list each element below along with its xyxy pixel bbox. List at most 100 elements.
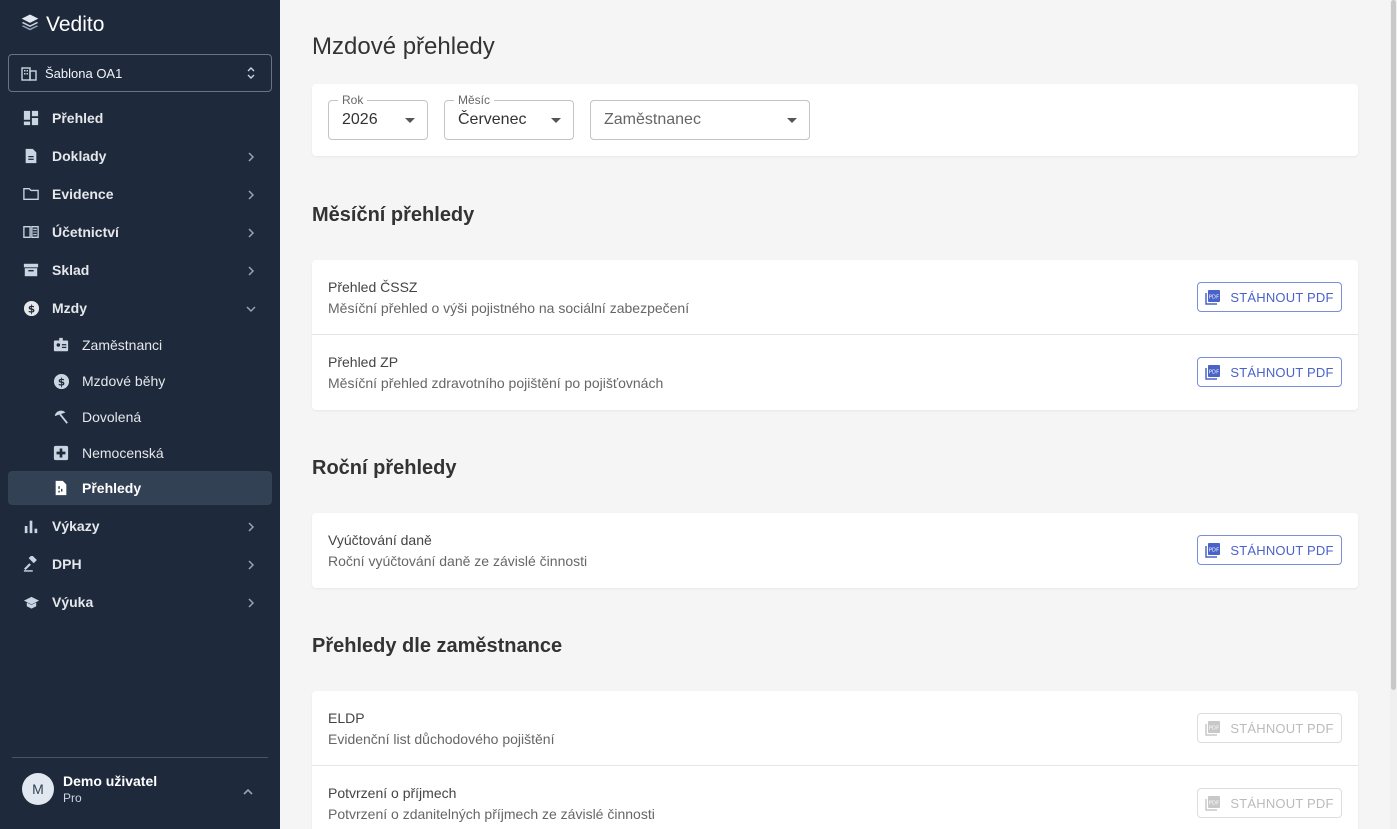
sidebar-item-label: Přehled: [52, 110, 104, 126]
chevron-right-icon: [246, 558, 256, 570]
chevron-right-icon: [246, 596, 256, 608]
chevron-right-icon: [246, 520, 256, 532]
brand[interactable]: Vedito: [20, 12, 104, 38]
download-pdf-button[interactable]: PDF STÁHNOUT PDF: [1197, 282, 1342, 312]
medical-icon: [52, 444, 70, 462]
download-pdf-button[interactable]: PDF STÁHNOUT PDF: [1197, 713, 1342, 743]
sidebar-item-evidence[interactable]: Evidence: [8, 177, 272, 211]
employee-placeholder: Zaměstnanec: [604, 111, 701, 128]
svg-text:$: $: [57, 376, 64, 388]
layers-logo-icon: [20, 12, 40, 38]
sidebar-item-label: DPH: [52, 556, 82, 572]
button-label: STÁHNOUT PDF: [1230, 542, 1334, 558]
employee-select[interactable]: Zaměstnanec: [590, 100, 810, 140]
scrollbar-thumb[interactable]: [1391, 0, 1396, 690]
organization-name: Šablona OA1: [45, 65, 123, 81]
sidebar-item-label: Mzdy: [52, 300, 87, 316]
organization-select[interactable]: Šablona OA1: [8, 54, 272, 92]
dropdown-arrow-icon: [405, 118, 415, 123]
unfold-icon: [245, 65, 257, 81]
sidebar-item-label: Výuka: [52, 594, 94, 610]
button-label: STÁHNOUT PDF: [1230, 364, 1334, 380]
user-name: Demo uživatel: [63, 773, 158, 789]
beach-icon: [52, 408, 70, 426]
book-icon: [22, 223, 40, 241]
sidebar-item-label: Výkazy: [52, 518, 100, 534]
chevron-right-icon: [246, 264, 256, 276]
report-row-potvrzeni: Potvrzení o příjmech Potvrzení o zdanite…: [312, 766, 1358, 829]
pdf-icon: PDF: [1205, 365, 1221, 380]
sidebar-subitem-zamestnanci[interactable]: Zaměstnanci: [8, 328, 272, 362]
user-menu[interactable]: M Demo uživatel Pro: [22, 773, 157, 805]
sidebar-item-label: Evidence: [52, 186, 114, 202]
dropdown-arrow-icon: [551, 118, 561, 123]
download-pdf-button[interactable]: PDF STÁHNOUT PDF: [1197, 357, 1342, 387]
report-title: Vyúčtování daně: [328, 532, 432, 548]
year-select[interactable]: Rok 2026: [328, 93, 428, 140]
dollar-icon: $: [22, 299, 40, 317]
sidebar-item-prehled[interactable]: Přehled: [8, 101, 272, 135]
section-title-employee: Přehledy dle zaměstnance: [312, 635, 563, 657]
sidebar-item-vykazy[interactable]: Výkazy: [8, 509, 272, 543]
main-content: Mzdové přehledy Rok 2026 Měsíc Červenec …: [280, 0, 1397, 829]
report-description: Měsíční přehled zdravotního pojištění po…: [328, 375, 664, 391]
report-title: Přehled ČSSZ: [328, 279, 418, 295]
svg-text:PDF: PDF: [1209, 801, 1219, 807]
sidebar-subitem-label: Mzdové běhy: [82, 373, 166, 389]
chevron-up-icon[interactable]: [242, 784, 254, 795]
month-label: Měsíc: [454, 93, 495, 107]
bar-chart-icon: [22, 517, 40, 535]
month-value: Červenec: [458, 111, 527, 128]
dollar-icon: $: [52, 372, 70, 390]
avatar: M: [22, 773, 54, 805]
sidebar-item-label: Sklad: [52, 262, 90, 278]
section-title-yearly: Roční přehledy: [312, 457, 457, 479]
download-pdf-button[interactable]: PDF STÁHNOUT PDF: [1197, 788, 1342, 818]
archive-icon: [22, 261, 40, 279]
pdf-icon: PDF: [1205, 543, 1221, 558]
divider: [12, 757, 268, 758]
building-icon: [21, 65, 37, 81]
month-select[interactable]: Měsíc Červenec: [444, 93, 574, 140]
sidebar-subitem-nemocenska[interactable]: Nemocenská: [8, 436, 272, 470]
sidebar-item-mzdy[interactable]: $ Mzdy: [8, 291, 272, 325]
dashboard-icon: [22, 109, 40, 127]
report-title: Přehled ZP: [328, 354, 399, 370]
badge-icon: [52, 336, 70, 354]
report-description: Roční vyúčtování daně ze závislé činnost…: [328, 553, 588, 569]
download-pdf-button[interactable]: PDF STÁHNOUT PDF: [1197, 535, 1342, 565]
sidebar-subitem-dovolena[interactable]: Dovolená: [8, 400, 272, 434]
year-value: 2026: [342, 111, 378, 128]
sidebar-item-sklad[interactable]: Sklad: [8, 253, 272, 287]
report-row-eldp: ELDP Evidenční list důchodového pojištěn…: [312, 691, 1358, 766]
page-title: Mzdové přehledy: [312, 33, 495, 60]
pdf-icon: PDF: [1205, 290, 1221, 305]
sidebar-subitem-prehledy[interactable]: Přehledy: [8, 471, 272, 505]
pdf-icon: PDF: [1205, 721, 1221, 736]
report-row-cssz: Přehled ČSSZ Měsíční přehled o výši poji…: [312, 260, 1358, 335]
sidebar-subitem-mzdove-behy[interactable]: $ Mzdové běhy: [8, 364, 272, 398]
brand-name: Vedito: [46, 13, 105, 36]
monthly-reports-card: Přehled ČSSZ Měsíční přehled o výši poji…: [312, 260, 1358, 410]
report-title: Potvrzení o příjmech: [328, 785, 457, 801]
chevron-right-icon: [246, 226, 256, 238]
report-description: Měsíční přehled o výši pojistného na soc…: [328, 300, 690, 316]
filters-panel: Rok 2026 Měsíc Červenec Zaměstnanec: [312, 84, 1358, 156]
year-label: Rok: [338, 93, 368, 107]
chevron-right-icon: [246, 150, 256, 162]
folder-icon: [22, 185, 40, 203]
scrollbar[interactable]: [1390, 0, 1397, 829]
svg-text:PDF: PDF: [1209, 726, 1219, 732]
svg-text:PDF: PDF: [1209, 548, 1219, 554]
sidebar-item-doklady[interactable]: Doklady: [8, 139, 272, 173]
sidebar-item-vyuka[interactable]: Výuka: [8, 585, 272, 619]
sidebar-subitem-label: Zaměstnanci: [82, 337, 163, 353]
school-icon: [22, 593, 40, 611]
sidebar-item-dph[interactable]: DPH: [8, 547, 272, 581]
report-row-vyuctovani: Vyúčtování daně Roční vyúčtování daně ze…: [312, 513, 1358, 588]
sidebar-subitem-label: Přehledy: [82, 480, 142, 496]
button-label: STÁHNOUT PDF: [1230, 289, 1334, 305]
document-icon: [22, 147, 40, 165]
report-title: ELDP: [328, 710, 365, 726]
sidebar-item-ucetnictvi[interactable]: Účetnictví: [8, 215, 272, 249]
